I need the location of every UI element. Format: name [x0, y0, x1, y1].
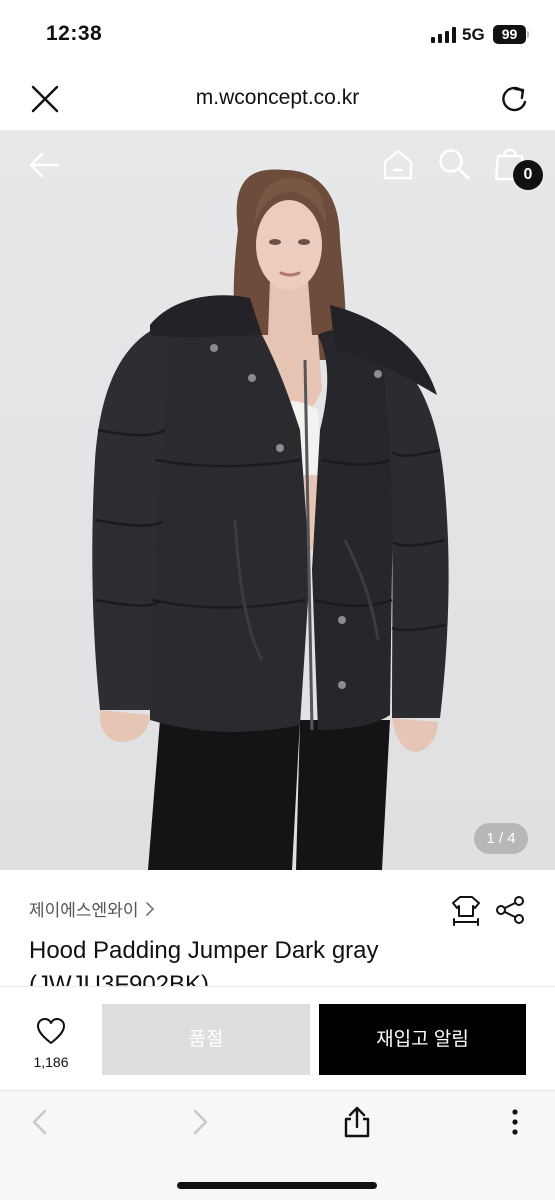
back-icon[interactable] — [26, 1107, 56, 1137]
search-icon[interactable] — [436, 146, 472, 182]
image-counter: 1 / 4 — [474, 823, 528, 854]
home-indicator — [177, 1182, 377, 1189]
product-info: 제이에스엔와이 Hood Padding Jumper Dark gray (J… — [0, 870, 555, 986]
product-photo — [92, 169, 449, 870]
browser-toolbar — [0, 1090, 555, 1200]
home-icon[interactable] — [380, 146, 416, 182]
battery-tip — [527, 31, 529, 38]
product-image[interactable]: 0 1 / 4 — [0, 130, 555, 870]
forward-icon[interactable] — [184, 1107, 214, 1137]
brand-link[interactable]: 제이에스엔와이 — [29, 896, 156, 921]
status-bar: 12:38 5G 99 — [0, 0, 555, 70]
like-count: 1,186 — [33, 1054, 69, 1070]
battery-icon: 99 — [493, 25, 526, 44]
share-icon[interactable] — [341, 1105, 373, 1139]
reload-icon[interactable] — [497, 82, 533, 118]
size-guide-icon[interactable] — [450, 894, 482, 926]
heart-icon — [37, 1018, 65, 1044]
cart-count-badge[interactable]: 0 — [513, 160, 543, 190]
back-arrow-icon[interactable] — [26, 147, 62, 183]
status-time: 12:38 — [46, 22, 103, 45]
network-type: 5G — [462, 25, 485, 44]
url-address[interactable]: m.wconcept.co.kr — [0, 86, 555, 110]
restock-alert-button[interactable]: 재입고 알림 — [319, 1004, 526, 1075]
like-button[interactable]: 1,186 — [20, 1017, 82, 1070]
product-title: Hood Padding Jumper Dark gray (JWJU3F902… — [29, 937, 379, 986]
url-bar: m.wconcept.co.kr — [0, 70, 555, 130]
more-icon[interactable] — [500, 1107, 530, 1137]
soldout-button[interactable]: 품절 — [102, 1004, 310, 1075]
action-bar: 1,186 품절 재입고 알림 — [0, 986, 555, 1090]
chevron-right-icon — [146, 901, 155, 916]
share-icon[interactable] — [494, 894, 526, 926]
hero-nav: 0 — [0, 130, 555, 200]
brand-name: 제이에스엔와이 — [29, 901, 139, 920]
signal-icon — [431, 27, 456, 43]
